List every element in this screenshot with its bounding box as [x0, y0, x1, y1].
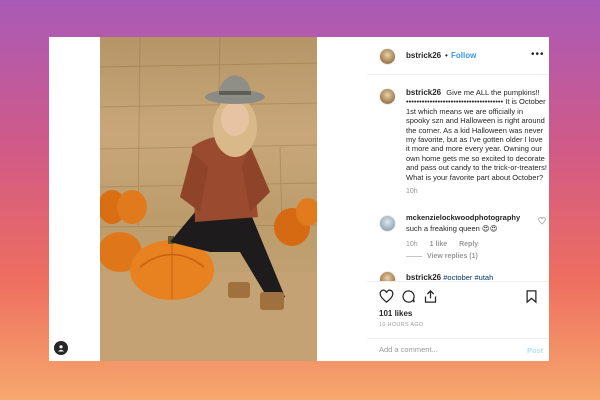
add-comment-input[interactable]	[379, 345, 509, 354]
comment-likes[interactable]: 1 like	[430, 241, 448, 248]
post-sidebar: bstrick26 • Follow ••• bstrick26 Give me…	[367, 37, 549, 361]
comment-icon[interactable]	[401, 289, 416, 304]
heart-icon[interactable]	[379, 289, 394, 304]
photo-pane	[49, 37, 317, 361]
separator-dot: •	[445, 51, 448, 60]
more-icon[interactable]: •••	[531, 49, 545, 60]
user-tag-icon	[58, 345, 64, 352]
photo-illustration	[100, 37, 317, 361]
bookmark-icon[interactable]	[524, 289, 539, 304]
avatar[interactable]	[379, 48, 396, 65]
comment-meta: 10h 1 like Reply	[406, 241, 488, 248]
header-username[interactable]: bstrick26	[406, 51, 441, 60]
caption-username[interactable]: bstrick26	[406, 88, 441, 97]
post-comment-button[interactable]: Post	[527, 346, 543, 355]
post-photo[interactable]	[100, 37, 317, 361]
add-comment-bar: Post	[367, 338, 549, 361]
heart-small-icon[interactable]	[538, 217, 546, 225]
post-time-ago: 10 HOURS AGO	[379, 322, 424, 328]
reply-button[interactable]: Reply	[459, 241, 478, 248]
comment-username[interactable]: mckenzielockwoodphotography	[406, 213, 520, 222]
comment-time: 10h	[406, 241, 418, 248]
post-actions: 101 likes 10 HOURS AGO Post	[367, 281, 549, 361]
user-tag-button[interactable]	[54, 341, 68, 355]
post-header: bstrick26 • Follow •••	[367, 37, 549, 75]
likes-count[interactable]: 101 likes	[379, 309, 412, 318]
instagram-post-card: bstrick26 • Follow ••• bstrick26 Give me…	[49, 37, 549, 361]
caption-text: Give me ALL the pumpkins!! •••••••••••••…	[406, 88, 547, 182]
view-replies-link[interactable]: View replies (1)	[406, 253, 478, 260]
follow-button[interactable]: Follow	[451, 51, 476, 60]
caption-time: 10h	[406, 188, 418, 196]
comment-avatar[interactable]	[379, 215, 396, 232]
share-icon[interactable]	[423, 289, 438, 304]
post-caption: bstrick26 Give me ALL the pumpkins!! •••…	[406, 88, 547, 196]
caption-avatar[interactable]	[379, 88, 396, 105]
comment-text: such a freaking queen 😍😍	[406, 224, 498, 233]
